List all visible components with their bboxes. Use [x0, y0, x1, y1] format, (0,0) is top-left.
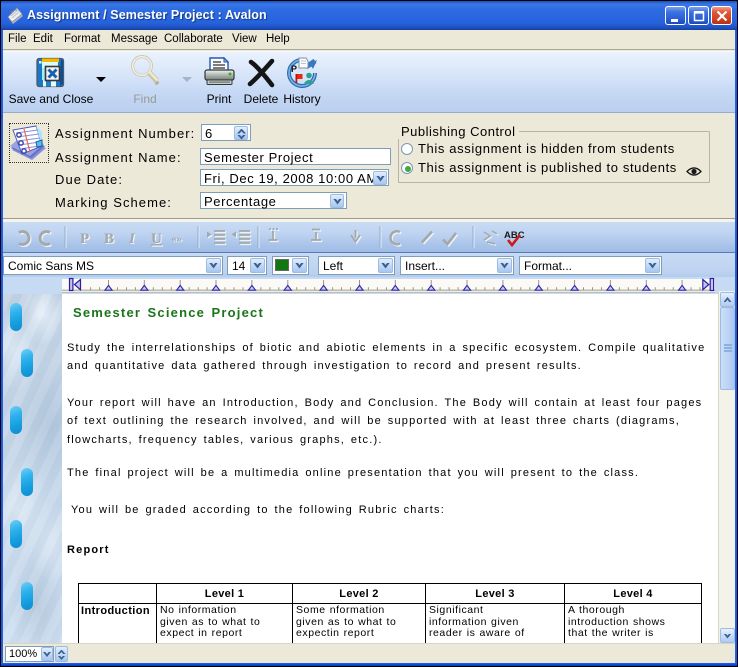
svg-text:P: P	[291, 64, 297, 74]
svg-text:P: P	[80, 231, 89, 247]
svg-text:«»: «»	[171, 233, 182, 245]
svg-text:I: I	[128, 231, 136, 247]
svg-text:ABC: ABC	[504, 230, 525, 241]
svg-text:B: B	[104, 231, 114, 247]
svg-text:U: U	[151, 231, 162, 247]
